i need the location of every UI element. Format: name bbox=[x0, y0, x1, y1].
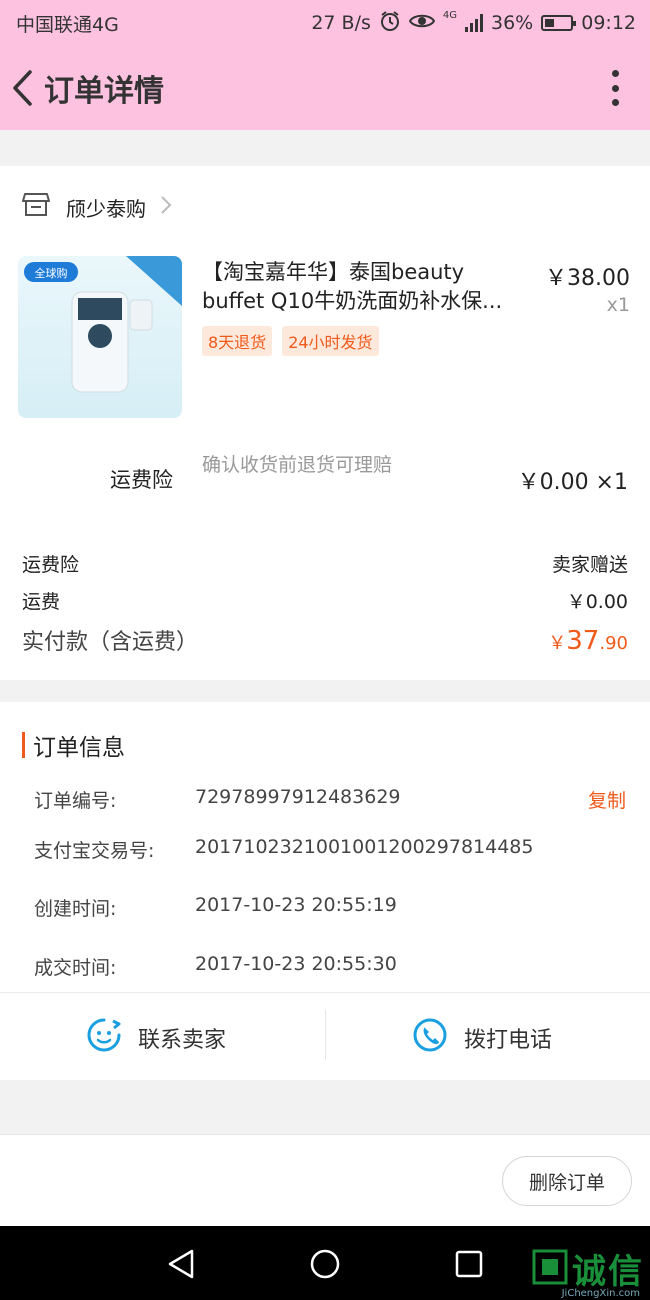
amount-decimal: .90 bbox=[599, 633, 628, 654]
nav-home-icon[interactable] bbox=[309, 1248, 341, 1284]
shop-name: 颀少泰购 bbox=[66, 196, 146, 221]
shop-icon bbox=[22, 192, 50, 222]
insurance-description: 确认收货前退货可理赔 bbox=[202, 454, 393, 476]
summary-row-shipping: 运费 ￥0.00 bbox=[22, 587, 628, 614]
summary-value: 卖家赠送 bbox=[551, 554, 628, 576]
deal-time-label: 成交时间: bbox=[34, 957, 117, 979]
clock: 09:12 bbox=[581, 12, 636, 34]
nav-bar: 订单详情 bbox=[0, 46, 650, 130]
product-price: ￥38.00 bbox=[545, 266, 630, 291]
product-title-line1: 【淘宝嘉年华】泰国beauty bbox=[202, 260, 465, 284]
carrier-label: 中国联通4G bbox=[16, 13, 119, 36]
insurance-price: ￥0.00 ×1 bbox=[517, 470, 628, 495]
tag-return: 8天退货 bbox=[202, 326, 273, 356]
signal-icon bbox=[465, 14, 483, 32]
created-time-value: 2017-10-23 20:55:19 bbox=[195, 894, 397, 916]
nav-back-icon[interactable] bbox=[166, 1248, 196, 1284]
total-paid-amount: ￥37.90 bbox=[548, 626, 628, 656]
watermark: 诚信 bbox=[532, 1244, 644, 1293]
summary-label: 运费险 bbox=[22, 554, 80, 576]
order-info-title: 订单信息 bbox=[33, 735, 125, 761]
product-tags: 8天退货 24小时发货 bbox=[202, 326, 379, 356]
summary-value: ￥0.00 bbox=[566, 591, 628, 613]
contact-seller-button[interactable]: 联系卖家 bbox=[86, 1010, 226, 1066]
call-phone-button[interactable]: 拨打电话 bbox=[412, 1010, 552, 1066]
shop-row[interactable]: 颀少泰购 bbox=[22, 190, 172, 224]
watermark-logo-icon bbox=[532, 1247, 568, 1291]
insurance-label: 运费险 bbox=[110, 468, 173, 492]
total-paid-label: 实付款（含运费） bbox=[22, 630, 199, 655]
deal-time-value: 2017-10-23 20:55:30 bbox=[195, 953, 397, 975]
eye-icon bbox=[408, 12, 436, 35]
network-type-label: 4G bbox=[442, 9, 457, 21]
battery-icon bbox=[541, 15, 577, 31]
amount-integer: 37 bbox=[566, 626, 600, 656]
call-phone-label: 拨打电话 bbox=[464, 1028, 553, 1053]
divider bbox=[0, 992, 650, 993]
watermark-text: 诚信 bbox=[572, 1252, 644, 1292]
contact-seller-label: 联系卖家 bbox=[138, 1028, 227, 1053]
heading-accent-bar bbox=[22, 732, 25, 758]
battery-percent: 36% bbox=[491, 12, 534, 34]
phone-icon bbox=[412, 1017, 448, 1059]
created-time-label: 创建时间: bbox=[34, 898, 117, 920]
nav-recents-icon[interactable] bbox=[455, 1250, 483, 1282]
product-title-line2: buffet Q10牛奶洗面奶补水保... bbox=[202, 289, 503, 313]
order-number-value: 72978997912483629 bbox=[195, 786, 401, 808]
product-title[interactable]: 【淘宝嘉年华】泰国beauty buffet Q10牛奶洗面奶补水保... bbox=[202, 258, 532, 316]
watermark-subtext: JiChengXin.com bbox=[561, 1288, 640, 1299]
summary-label: 运费 bbox=[22, 591, 61, 613]
alarm-icon bbox=[379, 10, 401, 37]
chevron-right-icon bbox=[160, 195, 172, 219]
chat-face-icon bbox=[86, 1017, 122, 1059]
status-icons: 27 B/s 4G 36% 09:12 bbox=[311, 10, 636, 37]
order-number-label: 订单编号: bbox=[34, 790, 117, 812]
alipay-trade-value: 2017102321001001200297814485 bbox=[195, 836, 534, 858]
currency-symbol: ￥ bbox=[548, 633, 567, 654]
action-divider bbox=[325, 1010, 326, 1060]
back-arrow-icon[interactable] bbox=[0, 46, 44, 130]
page-title: 订单详情 bbox=[44, 74, 164, 109]
global-buy-badge: 全球购 bbox=[35, 266, 68, 280]
order-info-heading: 订单信息 bbox=[22, 728, 125, 762]
status-bar: 中国联通4G 27 B/s 4G 36% 09:12 bbox=[0, 0, 650, 46]
summary-row-total: 实付款（含运费） ￥37.90 bbox=[22, 624, 628, 656]
tag-shipping: 24小时发货 bbox=[282, 326, 379, 356]
network-speed: 27 B/s bbox=[311, 12, 371, 34]
copy-order-number-button[interactable]: 复制 bbox=[588, 786, 626, 813]
delete-order-button[interactable]: 删除订单 bbox=[502, 1156, 632, 1206]
product-quantity: x1 bbox=[606, 294, 630, 316]
product-image[interactable]: 全球购 bbox=[18, 256, 182, 418]
more-options-icon[interactable] bbox=[612, 70, 620, 106]
alipay-trade-label: 支付宝交易号: bbox=[34, 840, 155, 862]
summary-row-insurance: 运费险 卖家赠送 bbox=[22, 550, 628, 577]
